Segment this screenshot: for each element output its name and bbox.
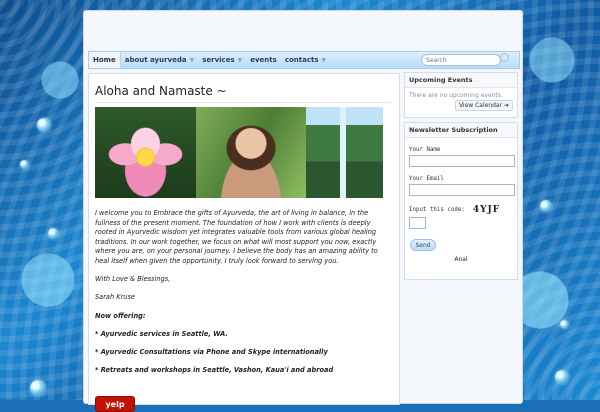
masthead: [84, 11, 522, 49]
code-label: Input this code:: [409, 207, 465, 213]
send-button[interactable]: Send: [410, 239, 436, 251]
captcha-field[interactable]: [409, 217, 426, 229]
nav-home[interactable]: Home: [89, 52, 121, 68]
waterfall-photo: [306, 107, 383, 198]
dropdown-arrow-icon: ▼: [189, 56, 195, 64]
main-content: Aloha and Namaste ~ I welcome you to Emb…: [88, 73, 400, 412]
water-droplet: [20, 160, 29, 169]
dropdown-arrow-icon: ▼: [321, 56, 327, 64]
no-events-message: There are no upcoming events.: [409, 92, 503, 99]
email-label: Your Email: [409, 176, 444, 182]
email-field[interactable]: [409, 184, 515, 196]
water-droplet: [48, 228, 59, 239]
captcha-row: Input this code: 4YJF: [409, 205, 513, 215]
title-divider: [95, 102, 391, 103]
signature: Sarah Kruse: [95, 293, 135, 302]
captcha-image: 4YJF: [472, 205, 501, 215]
welcome-text: I welcome you to Embrace the gifts of Ay…: [95, 209, 391, 384]
name-field[interactable]: [409, 155, 515, 167]
offering-heading: Now offering:: [95, 311, 146, 320]
offering-item: * Ayurvedic services in Seattle, WA.: [95, 329, 228, 338]
nav-contacts[interactable]: contacts ▼: [281, 52, 330, 68]
water-droplet: [560, 320, 569, 329]
yelp-button[interactable]: yelp: [95, 396, 135, 412]
page-title: Aloha and Namaste ~: [95, 84, 227, 98]
water-droplet: [555, 370, 569, 384]
newsletter-widget: Newsletter Subscription Your Name Your E…: [404, 122, 518, 280]
offering-item: * Retreats and workshops in Seattle, Vas…: [95, 366, 334, 375]
nav-about-ayurveda[interactable]: about ayurveda ▼: [121, 52, 199, 68]
signoff: With Love & Blessings,: [95, 275, 171, 284]
intro-paragraph: I welcome you to Embrace the gifts of Ay…: [95, 209, 378, 265]
main-nav: Home about ayurveda ▼ services ▼ events co…: [88, 51, 520, 69]
portrait-photo: [196, 107, 306, 198]
dropdown-arrow-icon: ▼: [237, 56, 243, 64]
offering-item: * Ayurvedic Consultations via Phone and …: [95, 347, 328, 356]
search-icon[interactable]: [500, 53, 509, 62]
water-droplet: [30, 380, 46, 396]
widget-title: Newsletter Subscription: [405, 123, 517, 138]
upcoming-events-widget: Upcoming Events There are no upcoming ev…: [404, 72, 518, 118]
name-label: Your Name: [409, 147, 441, 153]
widget-footer-text: Anal: [454, 256, 468, 263]
nav-services[interactable]: services ▼: [198, 52, 246, 68]
water-droplet: [37, 118, 51, 132]
water-droplet: [540, 200, 552, 212]
search-input[interactable]: [421, 54, 501, 66]
nav-events[interactable]: events: [246, 52, 281, 68]
view-calendar-button[interactable]: View Calendar ➔: [454, 100, 513, 111]
page-container: Home about ayurveda ▼ services ▼ events co…: [83, 10, 523, 412]
lotus-flower-photo: [95, 107, 196, 198]
widget-title: Upcoming Events: [405, 73, 517, 88]
